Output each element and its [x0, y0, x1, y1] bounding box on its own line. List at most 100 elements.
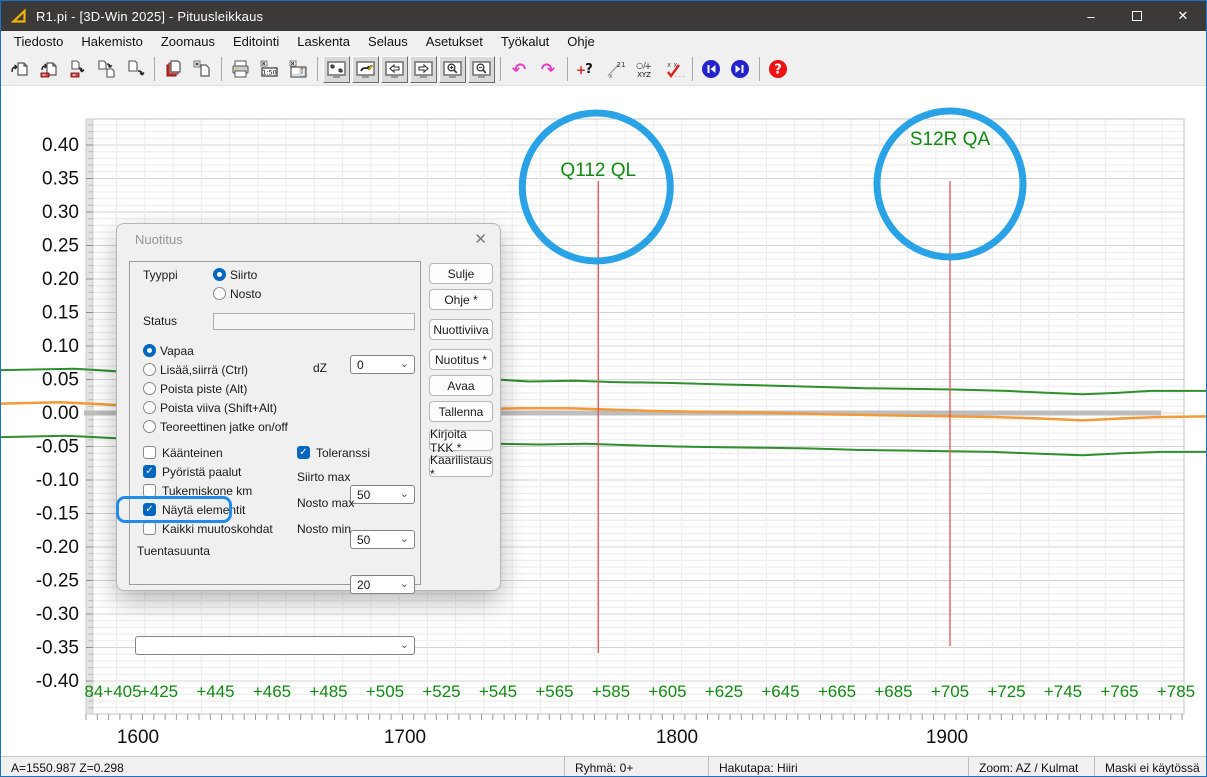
check-observations-button[interactable]: x x. . . [660, 56, 687, 83]
menu-selaus[interactable]: Selaus [359, 32, 417, 51]
read-file-disk-button[interactable] [35, 56, 62, 83]
radio-poista-viiva[interactable] [143, 401, 156, 414]
menu-editointi[interactable]: Editointi [224, 32, 288, 51]
radio-siirto-label: Siirto [230, 268, 257, 282]
toolbar-separator [759, 57, 760, 81]
file-stack-button[interactable] [160, 56, 187, 83]
radio-poista-piste[interactable] [143, 382, 156, 395]
zoom-out-button[interactable] [468, 56, 495, 83]
svg-text:1600: 1600 [117, 727, 159, 748]
close-button[interactable]: ✕ [1160, 1, 1206, 31]
y-axis-labels: 0.400.350.300.250.200.150.100.050.00-0.0… [36, 135, 79, 692]
redo-button[interactable]: ↷ [535, 56, 562, 83]
pan-left-button[interactable] [381, 56, 408, 83]
svg-text:1800: 1800 [656, 727, 698, 748]
radio-teoreettinen-jatke-label: Teoreettinen jatke on/off [160, 420, 288, 434]
write-file-disk-icon [67, 59, 88, 80]
chevron-down-icon: ⌄ [400, 577, 409, 590]
app-window: R1.pi - [3D-Win 2025] - Pituusleikkaus –… [0, 0, 1207, 777]
nuotitus-dialog: Nuotitus ✕ Tyyppi Siirto Nosto Status Va… [116, 223, 501, 591]
statusbar-search-mode[interactable]: Hakutapa: Hiiri [708, 757, 968, 777]
pan-right-icon [413, 59, 434, 80]
tuentasuunta-combo[interactable]: ⌄ [135, 636, 415, 655]
export-file-icon [125, 59, 146, 80]
svg-text:+425: +425 [140, 682, 178, 701]
siirto-max-combo[interactable]: 50⌄ [350, 485, 415, 504]
zoom-all-button[interactable] [323, 56, 350, 83]
minimize-button[interactable]: – [1068, 1, 1114, 31]
file-new-x-icon [192, 59, 213, 80]
menu-hakemisto[interactable]: Hakemisto [72, 32, 151, 51]
svg-text:-0.15: -0.15 [36, 504, 79, 525]
dz-label: dZ [313, 361, 327, 375]
file-new-x-button[interactable] [189, 56, 216, 83]
prev-element-button[interactable] [698, 56, 725, 83]
point-query-button[interactable]: +? [573, 56, 600, 83]
export-file-button[interactable] [122, 56, 149, 83]
dz-combo[interactable]: 0⌄ [350, 355, 415, 374]
zoom-pen-button[interactable] [352, 56, 379, 83]
checkbox-toleranssi[interactable]: ✓ [297, 446, 310, 459]
radio-teoreettinen-jatke[interactable] [143, 420, 156, 433]
svg-text:+725: +725 [987, 682, 1025, 701]
undo-button[interactable]: ↶ [506, 56, 533, 83]
svg-text:↶: ↶ [512, 60, 526, 80]
window-layout-button[interactable] [285, 56, 312, 83]
ohje-button[interactable]: Ohje * [429, 289, 493, 310]
svg-text:+785: +785 [1157, 682, 1195, 701]
menu-ohje[interactable]: Ohje [558, 32, 603, 51]
radio-lisaa-siirra[interactable] [143, 363, 156, 376]
kirjoita-tkk-button[interactable]: Kirjoita TKK * [429, 430, 493, 451]
sulje-button[interactable]: Sulje [429, 263, 493, 284]
event-label-1: Q112 QL [560, 160, 636, 181]
statusbar-zoom-mode[interactable]: Zoom: AZ / Kulmat [968, 757, 1094, 777]
print-button[interactable] [227, 56, 254, 83]
maximize-button[interactable] [1114, 1, 1160, 31]
scale-1-50-button[interactable]: 1:50 [256, 56, 283, 83]
xyz-calc-button[interactable]: ○/+XYZ [631, 56, 658, 83]
svg-text:0.05: 0.05 [42, 370, 79, 391]
dialog-close-icon[interactable]: ✕ [474, 230, 487, 248]
write-file-disk-button[interactable] [64, 56, 91, 83]
nosto-min-combo[interactable]: 20⌄ [350, 575, 415, 594]
zoom-in-button[interactable] [439, 56, 466, 83]
checkbox-toleranssi-label: Toleranssi [316, 446, 370, 460]
svg-text:+765: +765 [1100, 682, 1138, 701]
help-button[interactable]: ? [765, 56, 792, 83]
menu-laskenta[interactable]: Laskenta [288, 32, 359, 51]
nuottiviiva-button[interactable]: Nuottiviiva [429, 319, 493, 340]
svg-text:0.35: 0.35 [42, 169, 79, 190]
checkbox-kaikki-muutoskohdat[interactable]: ✓ [143, 522, 156, 535]
avaa-button[interactable]: Avaa [429, 375, 493, 396]
status-field[interactable] [213, 313, 415, 330]
pan-right-button[interactable] [410, 56, 437, 83]
kaarilistaus-button[interactable]: Kaarilistaus * [429, 456, 493, 477]
svg-text:XYZ: XYZ [637, 71, 651, 79]
nuotitus-button[interactable]: Nuotitus * [429, 349, 493, 370]
copy-file-button[interactable] [93, 56, 120, 83]
next-element-button[interactable] [727, 56, 754, 83]
line-21-button[interactable]: 21x [602, 56, 629, 83]
checkbox-kaanteinen[interactable]: ✓ [143, 446, 156, 459]
tallenna-button[interactable]: Tallenna [429, 401, 493, 422]
statusbar-group[interactable]: Ryhmä: 0+ [564, 757, 708, 777]
read-file-button[interactable] [6, 56, 33, 83]
radio-nosto[interactable] [213, 287, 226, 300]
zoom-all-icon [326, 59, 347, 80]
checkbox-nayta-elementit[interactable]: ✓ [143, 503, 156, 516]
radio-nosto-label: Nosto [230, 287, 261, 301]
statusbar-mask-state[interactable]: Maski ei käytössä [1094, 757, 1206, 777]
radio-vapaa[interactable] [143, 344, 156, 357]
radio-siirto[interactable] [213, 268, 226, 281]
checkbox-pyorista-paalut[interactable]: ✓ [143, 465, 156, 478]
profile-view: Q112 QLS12R QA0.400.350.300.250.200.150.… [1, 86, 1206, 756]
svg-text:+565: +565 [535, 682, 573, 701]
svg-text:. . .: . . . [675, 72, 684, 79]
menu-tiedosto[interactable]: Tiedosto [5, 32, 72, 51]
checkbox-tukemiskone-km[interactable]: ✓ [143, 484, 156, 497]
menu-zoomaus[interactable]: Zoomaus [152, 32, 224, 51]
menu-tyokalut[interactable]: Työkalut [492, 32, 558, 51]
nosto-max-combo[interactable]: 50⌄ [350, 530, 415, 549]
menu-asetukset[interactable]: Asetukset [417, 32, 492, 51]
checkbox-nayta-elementit-label: Näytä elementit [162, 503, 245, 517]
